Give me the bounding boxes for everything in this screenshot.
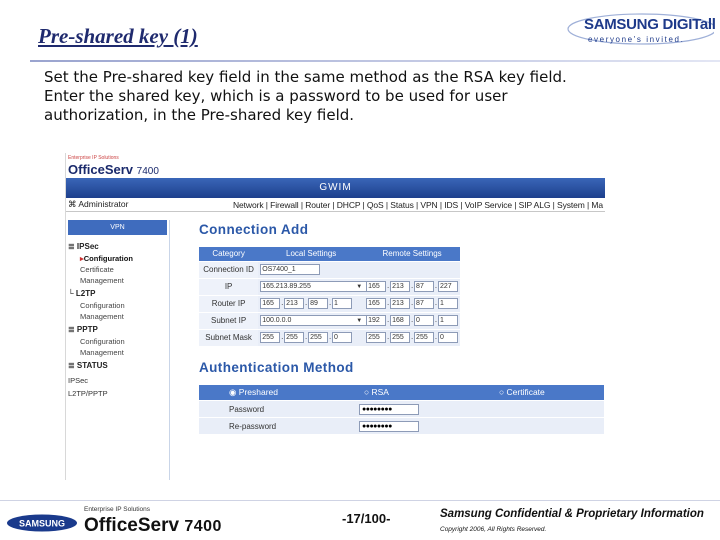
row-label: IP: [199, 277, 259, 295]
vpn-sidebar: VPN ≣ IPSecConfigurationCertificateManag…: [66, 220, 170, 480]
chevron-down-icon[interactable]: ▼: [356, 318, 362, 324]
sidebar-section[interactable]: ≣ IPSec: [66, 241, 169, 253]
octet-input[interactable]: 1: [438, 298, 458, 309]
octet-input[interactable]: 89: [308, 298, 329, 309]
col-category: Category: [199, 247, 259, 261]
footer-product-model: 7400: [184, 518, 222, 535]
copyright-notice: Copyright 2006, All Rights Reserved.: [440, 526, 547, 533]
sidebar-section[interactable]: ≣ STATUS: [66, 360, 169, 372]
app-header: Enterprise IP Solutions OfficeServ 7400: [66, 153, 605, 178]
col-local-settings: Local Settings: [258, 247, 365, 261]
table-row: Router IP 165. 213. 89. 1 165. 213. 87. 1: [199, 294, 460, 312]
octet-input[interactable]: 165: [366, 281, 387, 292]
octet-input[interactable]: 213: [390, 298, 411, 309]
connection-add-table: Category Local Settings Remote Settings …: [199, 247, 460, 346]
octet-input[interactable]: 87: [414, 298, 435, 309]
octet-input[interactable]: 192: [366, 315, 387, 326]
row-label: Connection ID: [199, 260, 259, 278]
settings-select[interactable]: 100.0.0.0: [260, 315, 369, 326]
auth-method-title: Authentication Method: [199, 360, 354, 375]
octet-input[interactable]: 213: [390, 281, 411, 292]
page-number: -17/100-: [342, 511, 391, 526]
auth-method-options: ◉ Preshared ○ RSA ○ Certificate: [199, 385, 604, 400]
brand-name: SAMSUNG DIGITall: [584, 16, 716, 33]
footer-product-name: OfficeServ: [84, 515, 180, 536]
table-row: Subnet IP 100.0.0.0 ▼ 192. 168. 0. 1: [199, 311, 460, 329]
row-label: Subnet IP: [199, 311, 259, 329]
settings-select[interactable]: 165.213.89.255: [260, 281, 369, 292]
title-divider: [30, 60, 720, 62]
slide-title: Pre-shared key (1): [38, 24, 198, 48]
col-remote-settings: Remote Settings: [364, 247, 460, 261]
sidebar-section[interactable]: ≣ PPTP: [66, 324, 169, 336]
octet-input[interactable]: 255: [366, 332, 387, 344]
octet-input[interactable]: 255: [260, 332, 281, 344]
sidebar-list: ≣ IPSecConfigurationCertificateManagemen…: [66, 241, 169, 400]
samsung-badge-icon: SAMSUNG: [7, 514, 77, 532]
chevron-down-icon[interactable]: ▼: [356, 284, 362, 290]
sidebar-section[interactable]: └ L2TP: [66, 288, 169, 300]
octet-input[interactable]: 255: [284, 332, 305, 344]
sidebar-item[interactable]: Configuration: [66, 253, 169, 264]
radio-rsa[interactable]: ○ RSA: [334, 385, 469, 400]
samsung-digitall-logo: SAMSUNG DIGITall everyone's invited.: [564, 12, 716, 48]
sidebar-status-item[interactable]: IPSec: [66, 374, 169, 387]
octet-input[interactable]: 0: [438, 332, 458, 344]
octet-input[interactable]: 1: [438, 315, 458, 326]
octet-input[interactable]: 168: [390, 315, 411, 326]
table-row: Connection ID OS7400_1: [199, 260, 460, 278]
sidebar-item[interactable]: Configuration: [66, 300, 169, 311]
footer-divider: [0, 500, 720, 501]
row-label: Subnet Mask: [199, 328, 259, 346]
officeserv-screenshot: Enterprise IP Solutions OfficeServ 7400 …: [65, 153, 605, 480]
octet-input[interactable]: 213: [284, 298, 305, 309]
brand-tagline: everyone's invited.: [588, 35, 685, 44]
radio-preshared[interactable]: ◉ Preshared: [199, 385, 334, 400]
sidebar-tab-vpn[interactable]: VPN: [68, 220, 167, 235]
radio-certificate[interactable]: ○ Certificate: [469, 385, 604, 400]
octet-input[interactable]: 255: [390, 332, 411, 344]
samsung-badge-text: SAMSUNG: [19, 519, 65, 529]
re-password-label: Re-password: [229, 421, 277, 431]
octet-input[interactable]: 255: [414, 332, 435, 344]
product-model: 7400: [136, 166, 159, 177]
octet-input[interactable]: 1: [332, 298, 353, 309]
octet-input[interactable]: 0: [414, 315, 435, 326]
sidebar-item[interactable]: Management: [66, 347, 169, 358]
slide-body-text: Set the Pre-shared key field in the same…: [44, 68, 567, 124]
gwim-title-bar: GWIM: [66, 178, 605, 198]
octet-input[interactable]: 255: [308, 332, 329, 344]
settings-input[interactable]: OS7400_1: [260, 264, 321, 275]
octet-input[interactable]: 165: [366, 298, 387, 309]
password-label: Password: [229, 404, 265, 414]
footer-solutions-label: Enterprise IP Solutions: [84, 506, 150, 513]
password-input[interactable]: ●●●●●●●●: [359, 403, 419, 415]
sidebar-status-item[interactable]: L2TP/PPTP: [66, 387, 169, 400]
octet-input[interactable]: 0: [332, 332, 353, 344]
octet-input[interactable]: 165: [260, 298, 281, 309]
confidential-notice: Samsung Confidential & Proprietary Infor…: [440, 508, 704, 520]
sidebar-item[interactable]: Configuration: [66, 336, 169, 347]
sidebar-item[interactable]: Certificate: [66, 264, 169, 275]
re-password-input[interactable]: ●●●●●●●●: [359, 420, 419, 432]
password-row: Password ●●●●●●●●: [199, 400, 604, 417]
octet-input[interactable]: 87: [414, 281, 435, 292]
solutions-label: Enterprise IP Solutions: [68, 155, 119, 161]
main-menu-bar: ⌘ Administrator Network | Firewall | Rou…: [66, 198, 605, 212]
sidebar-item[interactable]: Management: [66, 275, 169, 286]
table-row: Subnet Mask 255. 255. 255. 0 255. 255. 255. 0: [199, 328, 460, 346]
user-label: ⌘ Administrator: [68, 199, 129, 209]
main-menu-items[interactable]: Network | Firewall | Router | DHCP | QoS…: [233, 200, 603, 210]
table-row: IP 165.213.89.255 ▼ 165. 213. 87. 227: [199, 277, 460, 295]
octet-input[interactable]: 227: [438, 281, 458, 292]
product-logo: OfficeServ 7400: [68, 162, 159, 177]
connection-add-title: Connection Add: [199, 222, 309, 237]
main-content: Connection Add Category Local Settings R…: [199, 212, 604, 434]
footer-product-logo: OfficeServ 7400: [84, 515, 222, 537]
product-name: OfficeServ: [68, 162, 134, 177]
re-password-row: Re-password ●●●●●●●●: [199, 417, 604, 434]
sidebar-item[interactable]: Management: [66, 311, 169, 322]
row-label: Router IP: [199, 294, 259, 312]
